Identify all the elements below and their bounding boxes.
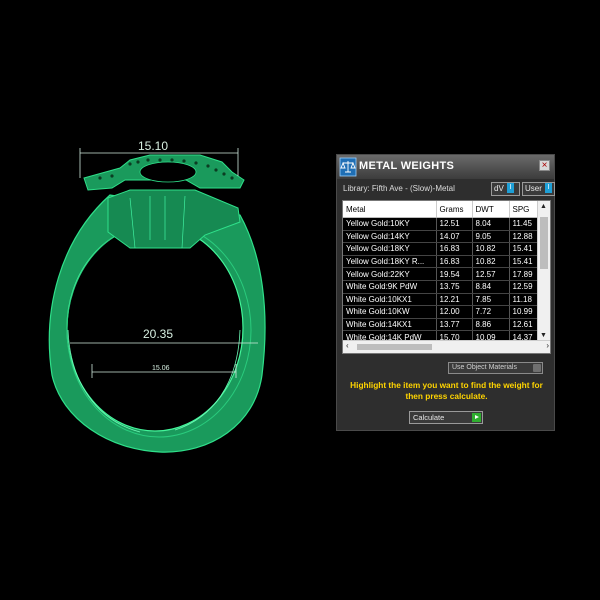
table-cell: 11.45 bbox=[509, 217, 540, 231]
calculate-label: Calculate bbox=[413, 413, 445, 422]
table-header-row: Metal Grams DWT SPG bbox=[343, 201, 540, 218]
scroll-left-icon[interactable]: ‹ bbox=[346, 341, 349, 350]
close-button[interactable]: × bbox=[539, 160, 550, 171]
vertical-scroll-thumb[interactable] bbox=[540, 217, 548, 269]
table-cell: 10.82 bbox=[472, 242, 510, 256]
checkbox-icon[interactable] bbox=[533, 364, 541, 372]
scale-icon bbox=[339, 157, 357, 177]
table-cell: 10.82 bbox=[472, 255, 510, 269]
table-cell: White Gold:10KX1 bbox=[343, 293, 437, 307]
metal-weights-panel: METAL WEIGHTS × Library: Fifth Ave - (Sl… bbox=[336, 154, 555, 431]
library-row: Library: Fifth Ave - (Slow)-Metal dV I Us… bbox=[343, 182, 555, 196]
table-row[interactable]: Yellow Gold:14KY 14.07 9.05 12.88 bbox=[343, 230, 540, 244]
user-toggle[interactable]: User I bbox=[522, 182, 555, 196]
table-cell: Yellow Gold:18KY R... bbox=[343, 255, 437, 269]
table-cell: 19.54 bbox=[436, 267, 473, 281]
table-cell: 12.59 bbox=[509, 280, 540, 294]
play-icon bbox=[472, 413, 481, 422]
table-cell: 8.04 bbox=[472, 217, 510, 231]
table-cell: Yellow Gold:18KY bbox=[343, 242, 437, 256]
scroll-down-icon[interactable]: ▼ bbox=[540, 332, 547, 339]
table-row[interactable]: Yellow Gold:10KY 12.51 8.04 11.45 bbox=[343, 217, 540, 231]
table-cell: 16.83 bbox=[436, 242, 473, 256]
table-cell: 9.05 bbox=[472, 230, 510, 244]
close-icon: × bbox=[541, 160, 548, 171]
dimension-label-inner: 20.35 bbox=[143, 327, 173, 341]
table-cell: 8.84 bbox=[472, 280, 510, 294]
use-object-materials-checkbox[interactable]: Use Object Materials bbox=[448, 362, 543, 374]
table-cell: 12.88 bbox=[509, 230, 540, 244]
table-cell: White Gold:9K PdW bbox=[343, 280, 437, 294]
calculate-button[interactable]: Calculate bbox=[409, 411, 483, 424]
table-cell: 10.99 bbox=[509, 305, 540, 319]
table-cell: 16.83 bbox=[436, 255, 473, 269]
table-cell: 14.07 bbox=[436, 230, 473, 244]
table-row[interactable]: Yellow Gold:18KY 16.83 10.82 15.41 bbox=[343, 242, 540, 256]
column-header[interactable]: SPG bbox=[509, 201, 540, 218]
table-row[interactable]: White Gold:14KX1 13.77 8.86 12.61 bbox=[343, 318, 540, 332]
table-cell: 13.77 bbox=[436, 318, 473, 332]
horizontal-scrollbar[interactable]: ‹ › bbox=[343, 340, 550, 353]
use-object-materials-label: Use Object Materials bbox=[452, 364, 517, 371]
table-cell: 15.41 bbox=[509, 242, 540, 256]
table-cell: 7.85 bbox=[472, 293, 510, 307]
ring-model bbox=[48, 154, 266, 453]
panel-titlebar[interactable]: METAL WEIGHTS × bbox=[337, 155, 554, 179]
table-row[interactable]: Yellow Gold:22KY 19.54 12.57 17.89 bbox=[343, 267, 540, 281]
table-row[interactable]: White Gold:10KX1 12.21 7.85 11.18 bbox=[343, 293, 540, 307]
table-cell: White Gold:14KX1 bbox=[343, 318, 437, 332]
column-header[interactable]: Metal bbox=[343, 201, 437, 218]
vertical-scrollbar[interactable]: ▲ ▼ bbox=[537, 201, 550, 341]
instruction-text: Highlight the item you want to find the … bbox=[350, 380, 543, 401]
library-label: Library: Fifth Ave - (Slow)-Metal bbox=[343, 184, 455, 193]
dv-toggle-label: dV bbox=[494, 184, 504, 193]
dv-indicator-icon: I bbox=[506, 183, 514, 193]
scroll-right-icon[interactable]: › bbox=[546, 341, 549, 350]
dv-toggle[interactable]: dV I bbox=[491, 182, 520, 196]
table-row[interactable]: White Gold:10KW 12.00 7.72 10.99 bbox=[343, 305, 540, 319]
table-body: Yellow Gold:10KY 12.51 8.04 11.45 Yellow Gol… bbox=[343, 217, 540, 353]
user-toggle-label: User bbox=[525, 184, 542, 193]
table-cell: 12.57 bbox=[472, 267, 510, 281]
metal-table: Metal Grams DWT SPG Yellow Gold:10KY 12.51 8.… bbox=[343, 201, 540, 353]
metal-table-container: Metal Grams DWT SPG Yellow Gold:10KY 12.51 8.… bbox=[342, 200, 551, 354]
table-cell: 12.00 bbox=[436, 305, 473, 319]
table-cell: 12.21 bbox=[436, 293, 473, 307]
table-cell: 13.75 bbox=[436, 280, 473, 294]
table-cell: 15.41 bbox=[509, 255, 540, 269]
table-cell: Yellow Gold:22KY bbox=[343, 267, 437, 281]
table-cell: 8.86 bbox=[472, 318, 510, 332]
table-cell: 17.89 bbox=[509, 267, 540, 281]
column-header[interactable]: DWT bbox=[472, 201, 510, 218]
scroll-up-icon[interactable]: ▲ bbox=[540, 203, 547, 210]
panel-title: METAL WEIGHTS bbox=[359, 160, 455, 172]
table-row[interactable]: Yellow Gold:18KY R... 16.83 10.82 15.41 bbox=[343, 255, 540, 269]
table-row[interactable]: White Gold:9K PdW 13.75 8.84 12.59 bbox=[343, 280, 540, 294]
table-cell: Yellow Gold:14KY bbox=[343, 230, 437, 244]
table-cell: 12.51 bbox=[436, 217, 473, 231]
dimension-label-width: 15.10 bbox=[138, 139, 168, 153]
table-cell: Yellow Gold:10KY bbox=[343, 217, 437, 231]
table-cell: 7.72 bbox=[472, 305, 510, 319]
horizontal-scroll-thumb[interactable] bbox=[357, 344, 432, 350]
table-cell: White Gold:10KW bbox=[343, 305, 437, 319]
table-cell: 12.61 bbox=[509, 318, 540, 332]
dimension-label-shank: 15.06 bbox=[152, 365, 170, 372]
column-header[interactable]: Grams bbox=[436, 201, 473, 218]
user-indicator-icon: I bbox=[544, 183, 552, 193]
table-cell: 11.18 bbox=[509, 293, 540, 307]
